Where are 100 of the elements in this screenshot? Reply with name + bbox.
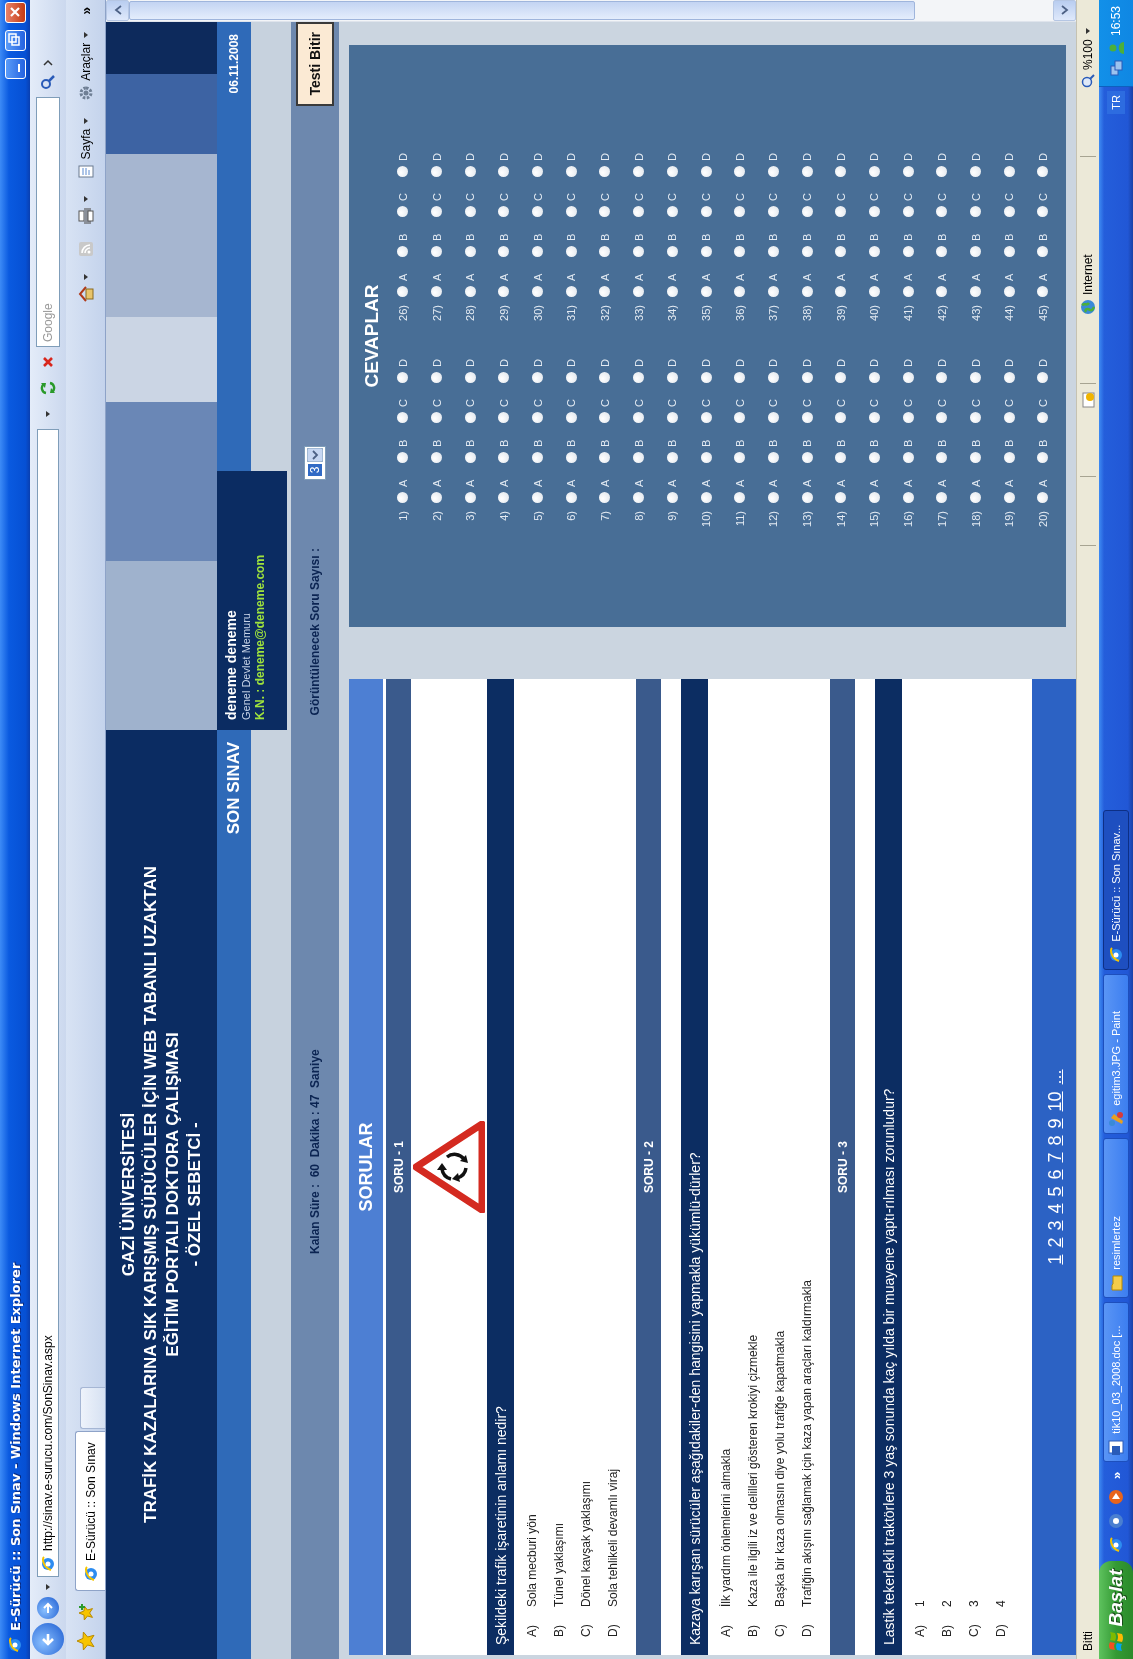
radio-button[interactable] [431,286,443,297]
radio-button[interactable] [835,412,847,423]
radio-button[interactable] [936,412,948,423]
radio-button[interactable] [532,286,544,297]
radio-button[interactable] [801,452,813,463]
radio-button[interactable] [397,492,409,503]
radio-button[interactable] [565,492,577,503]
search-field[interactable]: Google [36,97,60,347]
radio-button[interactable] [464,166,476,177]
radio-button[interactable] [936,452,948,463]
radio-button[interactable] [666,492,678,503]
radio-button[interactable] [700,452,712,463]
radio-button[interactable] [397,246,409,257]
radio-button[interactable] [599,492,611,503]
scroll-up-icon[interactable] [113,5,122,16]
radio-button[interactable] [767,492,779,503]
radio-button[interactable] [902,492,914,503]
page-link[interactable]: 10 [1044,1091,1066,1112]
radio-button[interactable] [532,412,544,423]
more-button[interactable]: » [1108,1471,1124,1479]
radio-button[interactable] [633,286,645,297]
radio-button[interactable] [700,206,712,217]
address-field[interactable]: http://sinav.e-surucu.com/SonSinav.aspx [37,429,59,1577]
network-icon[interactable] [1108,60,1124,77]
radio-button[interactable] [700,372,712,383]
page-menu[interactable]: Sayfa [72,113,99,183]
close-button[interactable] [4,2,26,23]
program-icon[interactable] [1108,1513,1124,1529]
page-link[interactable]: 5 [1044,1186,1066,1197]
radio-button[interactable] [767,206,779,217]
radio-button[interactable] [498,246,510,257]
radio-button[interactable] [1037,246,1049,257]
radio-button[interactable] [532,206,544,217]
radio-button[interactable] [767,286,779,297]
back-button[interactable] [32,1623,64,1655]
radio-button[interactable] [397,452,409,463]
radio-button[interactable] [498,492,510,503]
favorites-star-icon[interactable] [75,1631,96,1651]
radio-button[interactable] [498,166,510,177]
radio-button[interactable] [666,206,678,217]
radio-button[interactable] [1037,166,1049,177]
radio-button[interactable] [902,452,914,463]
radio-button[interactable] [801,286,813,297]
radio-button[interactable] [498,452,510,463]
radio-button[interactable] [565,412,577,423]
radio-button[interactable] [397,166,409,177]
radio-button[interactable] [902,206,914,217]
radio-button[interactable] [835,372,847,383]
radio-button[interactable] [801,372,813,383]
zoom-button[interactable]: %100 [1081,8,1095,88]
radio-button[interactable] [464,286,476,297]
radio-button[interactable] [565,372,577,383]
scroll-down-icon[interactable] [1060,5,1069,16]
radio-button[interactable] [1003,372,1015,383]
radio-button[interactable] [633,246,645,257]
radio-button[interactable] [633,452,645,463]
radio-button[interactable] [801,246,813,257]
radio-button[interactable] [633,166,645,177]
radio-button[interactable] [431,492,443,503]
radio-button[interactable] [902,166,914,177]
radio-button[interactable] [936,166,948,177]
radio-button[interactable] [498,206,510,217]
radio-button[interactable] [532,166,544,177]
radio-button[interactable] [1003,286,1015,297]
taskbar-button[interactable]: E-Sürücü :: Son Sınav... [1103,809,1129,970]
radio-button[interactable] [868,412,880,423]
radio-button[interactable] [565,166,577,177]
radio-button[interactable] [835,492,847,503]
radio-button[interactable] [902,286,914,297]
radio-button[interactable] [902,372,914,383]
radio-button[interactable] [902,412,914,423]
radio-button[interactable] [666,166,678,177]
radio-button[interactable] [1003,412,1015,423]
radio-button[interactable] [970,246,982,257]
radio-button[interactable] [599,286,611,297]
radio-button[interactable] [599,412,611,423]
radio-button[interactable] [464,412,476,423]
dropdown-caret-icon[interactable] [44,1583,52,1591]
radio-button[interactable] [767,412,779,423]
radio-button[interactable] [397,412,409,423]
radio-button[interactable] [666,246,678,257]
radio-button[interactable] [801,492,813,503]
radio-button[interactable] [970,286,982,297]
radio-button[interactable] [700,286,712,297]
tools-menu[interactable]: Araçlar [72,27,99,104]
radio-button[interactable] [801,166,813,177]
language-indicator[interactable]: TR [1107,91,1125,114]
forward-button[interactable] [37,1597,59,1619]
radio-button[interactable] [431,206,443,217]
radio-button[interactable] [464,452,476,463]
minimize-button[interactable] [4,58,26,79]
radio-button[interactable] [666,286,678,297]
page-link[interactable]: 4 [1044,1203,1066,1214]
radio-button[interactable] [835,452,847,463]
radio-button[interactable] [868,372,880,383]
radio-button[interactable] [734,452,746,463]
radio-button[interactable] [565,286,577,297]
browser-icon[interactable] [1108,1537,1124,1553]
page-link[interactable]: 6 [1044,1169,1066,1180]
radio-button[interactable] [431,166,443,177]
